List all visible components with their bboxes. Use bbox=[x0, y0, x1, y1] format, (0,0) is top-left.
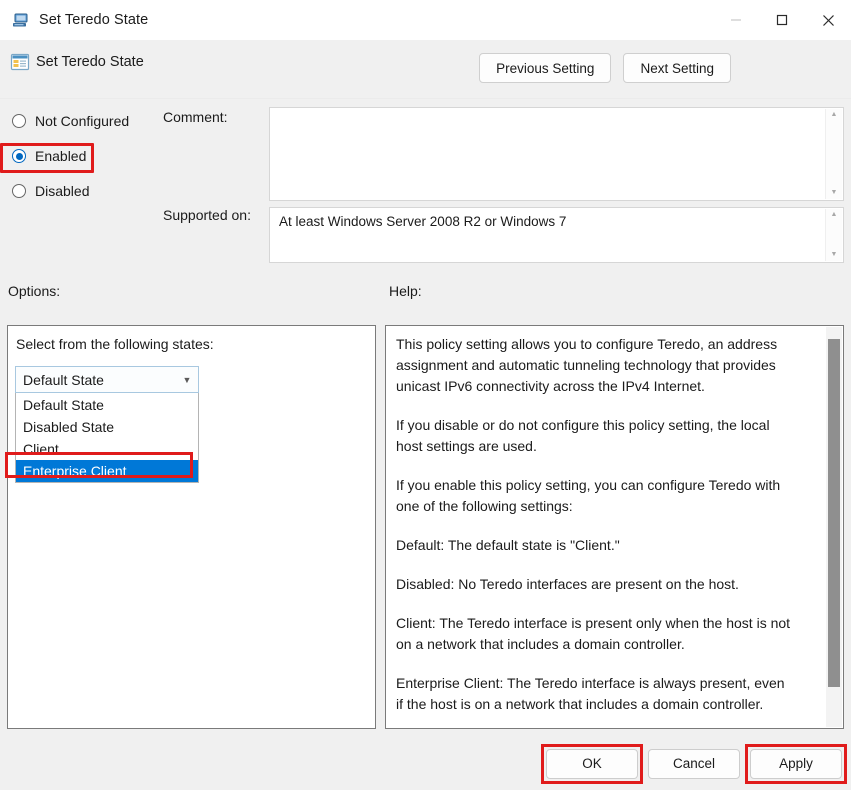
scroll-down-icon[interactable]: ▼ bbox=[831, 189, 838, 197]
help-paragraph: If you enable this policy setting, you c… bbox=[396, 475, 794, 517]
radio-indicator bbox=[12, 114, 26, 128]
group-policy-setting-icon bbox=[10, 52, 30, 72]
scroll-down-icon[interactable]: ▼ bbox=[831, 251, 838, 259]
list-item[interactable]: Client bbox=[16, 438, 198, 460]
chevron-down-icon: ▼ bbox=[176, 375, 198, 385]
next-setting-button[interactable]: Next Setting bbox=[623, 53, 731, 83]
help-section-label: Help: bbox=[389, 283, 422, 299]
help-paragraph: Client: The Teredo interface is present … bbox=[396, 613, 794, 655]
radio-enabled[interactable]: Enabled bbox=[10, 143, 160, 169]
maximize-button[interactable] bbox=[759, 0, 805, 40]
computer-monitor-icon bbox=[12, 11, 30, 29]
cancel-button[interactable]: Cancel bbox=[648, 749, 740, 779]
window-titlebar: Set Teredo State bbox=[0, 0, 851, 40]
comment-field[interactable]: ▲ ▼ bbox=[269, 107, 844, 201]
radio-indicator-selected bbox=[12, 149, 26, 163]
state-dropdown-list[interactable]: Default State Disabled State Client Ente… bbox=[15, 393, 199, 483]
list-item-selected[interactable]: Enterprise Client bbox=[16, 460, 198, 482]
state-list-label: Select from the following states: bbox=[16, 336, 214, 352]
scroll-up-icon[interactable]: ▲ bbox=[831, 211, 838, 219]
supported-on-label: Supported on: bbox=[163, 207, 251, 223]
supported-on-value: At least Windows Server 2008 R2 or Windo… bbox=[270, 208, 843, 235]
setting-navigation: Previous Setting Next Setting bbox=[479, 53, 731, 83]
radio-label: Enabled bbox=[35, 148, 86, 164]
list-item[interactable]: Disabled State bbox=[16, 416, 198, 438]
maximize-icon bbox=[776, 14, 788, 26]
help-paragraph: Default: The default state is "Client." bbox=[396, 535, 794, 556]
options-panel: Select from the following states: Defaul… bbox=[7, 325, 376, 729]
policy-state-radio-group: Not Configured Enabled Disabled bbox=[10, 108, 160, 213]
help-text-body: This policy setting allows you to config… bbox=[386, 326, 806, 729]
radio-label: Not Configured bbox=[35, 113, 129, 129]
help-panel: This policy setting allows you to config… bbox=[385, 325, 844, 729]
supported-on-scrollbar[interactable]: ▲ ▼ bbox=[825, 209, 842, 261]
apply-button[interactable]: Apply bbox=[750, 749, 842, 779]
setting-header: Set Teredo State Previous Setting Next S… bbox=[0, 40, 851, 99]
window-title: Set Teredo State bbox=[39, 12, 148, 28]
radio-label: Disabled bbox=[35, 183, 89, 199]
window-controls bbox=[713, 0, 851, 40]
ok-button[interactable]: OK bbox=[546, 749, 638, 779]
help-scrollbar-thumb[interactable] bbox=[828, 339, 840, 687]
radio-indicator bbox=[12, 184, 26, 198]
close-button[interactable] bbox=[805, 0, 851, 40]
minimize-icon bbox=[730, 14, 742, 26]
close-icon bbox=[822, 14, 835, 27]
radio-not-configured[interactable]: Not Configured bbox=[10, 108, 160, 134]
help-paragraph: If you disable or do not configure this … bbox=[396, 415, 794, 457]
help-paragraph: Disabled: No Teredo interfaces are prese… bbox=[396, 574, 794, 595]
help-paragraph: Enterprise Client: The Teredo interface … bbox=[396, 673, 794, 715]
comment-scrollbar[interactable]: ▲ ▼ bbox=[825, 109, 842, 199]
supported-on-field: At least Windows Server 2008 R2 or Windo… bbox=[269, 207, 844, 263]
state-combobox-value: Default State bbox=[16, 372, 176, 388]
setting-title: Set Teredo State bbox=[36, 52, 144, 72]
list-item[interactable]: Default State bbox=[16, 394, 198, 416]
help-paragraph: This policy setting allows you to config… bbox=[396, 334, 794, 397]
previous-setting-button[interactable]: Previous Setting bbox=[479, 53, 611, 83]
minimize-button[interactable] bbox=[713, 0, 759, 40]
comment-label: Comment: bbox=[163, 109, 228, 125]
help-scrollbar[interactable] bbox=[826, 327, 842, 727]
scroll-up-icon[interactable]: ▲ bbox=[831, 111, 838, 119]
radio-disabled[interactable]: Disabled bbox=[10, 178, 160, 204]
state-combobox[interactable]: Default State ▼ bbox=[15, 366, 199, 393]
options-section-label: Options: bbox=[8, 283, 60, 299]
